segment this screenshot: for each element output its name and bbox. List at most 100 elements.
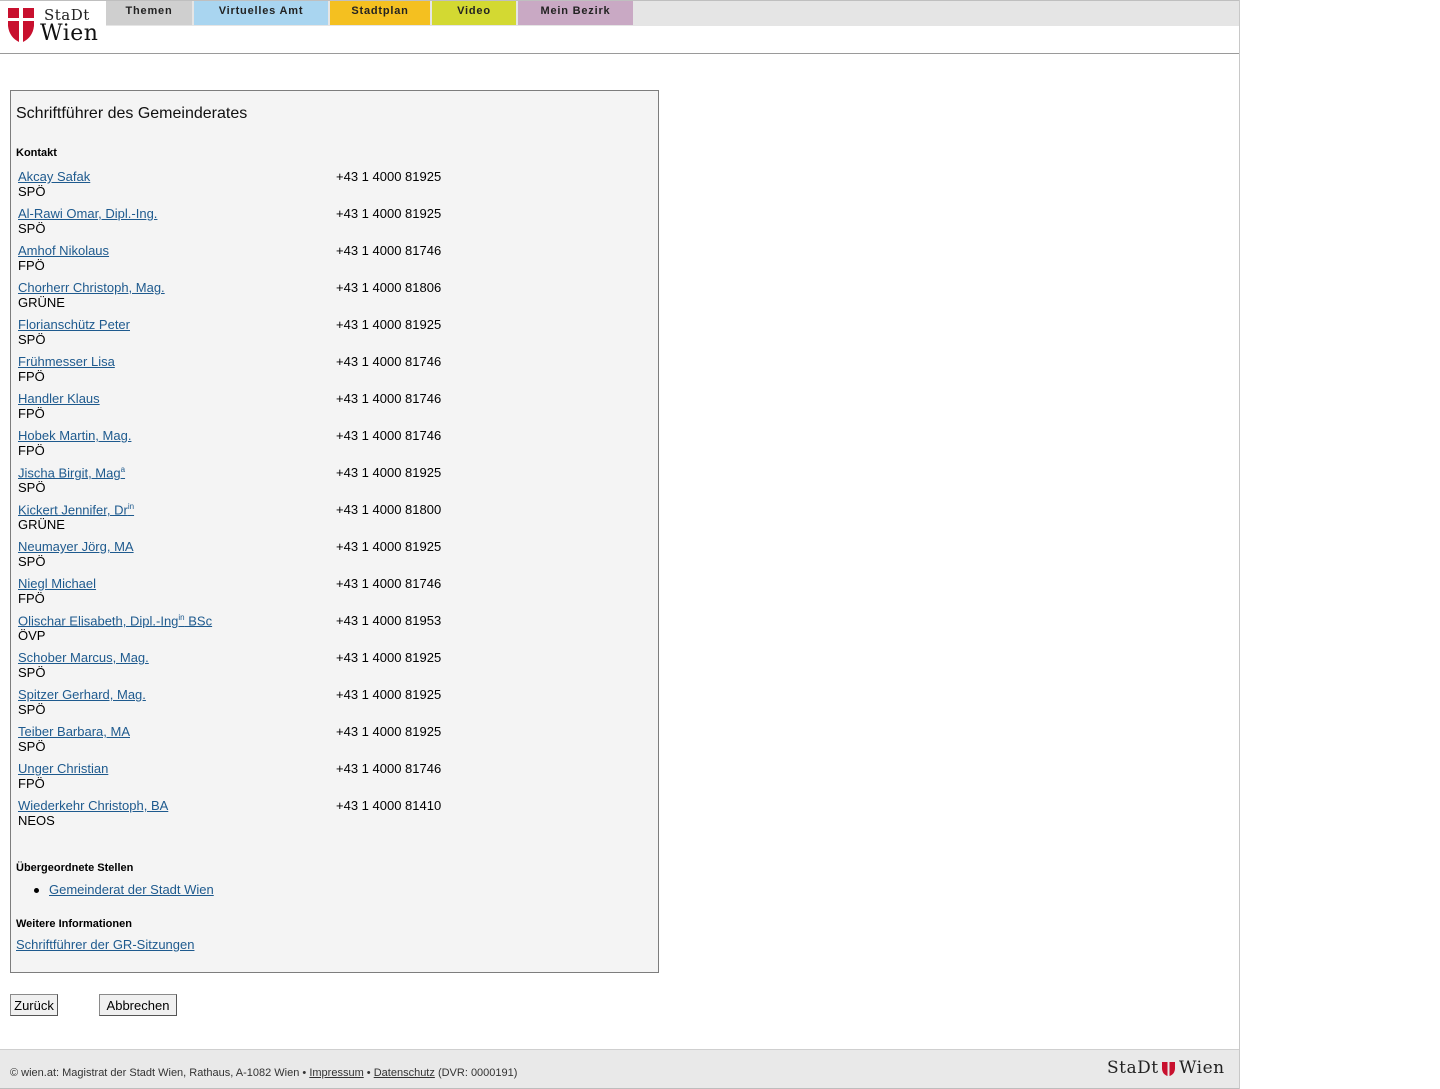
contact-name-link[interactable]: Handler Klaus — [18, 391, 100, 406]
footer-text: © wien.at: Magistrat der Stadt Wien, Rat… — [10, 1067, 517, 1079]
tab-mein-bezirk[interactable]: Mein Bezirk — [518, 1, 633, 25]
contact-phone: +43 1 4000 81746 — [336, 428, 442, 443]
contact-phone: +43 1 4000 81925 — [336, 724, 442, 739]
contact-row: Wiederkehr Christoph, BA NEOS +43 1 4000 8… — [18, 798, 638, 835]
tab-stadtplan[interactable]: Stadtplan — [330, 1, 430, 25]
contact-title-suffix: a — [120, 465, 126, 474]
contact-party: FPÖ — [18, 258, 45, 273]
contact-name: Florianschütz Peter — [18, 317, 130, 332]
contact-phone: +43 1 4000 81925 — [336, 169, 442, 184]
contact-name-link[interactable]: Spitzer Gerhard, Mag. — [18, 687, 146, 702]
contact-party: NEOS — [18, 813, 55, 828]
contact-name: Wiederkehr Christoph, BA — [18, 798, 169, 813]
contact-phone: +43 1 4000 81800 — [336, 502, 442, 517]
contact-name: Schober Marcus, Mag. — [18, 650, 149, 665]
contact-name-link[interactable]: Al-Rawi Omar, Dipl.-Ing. — [18, 206, 157, 221]
wien-shield-icon — [1162, 1062, 1175, 1076]
contact-party: SPÖ — [18, 332, 46, 347]
contact-row: Handler Klaus FPÖ +43 1 4000 81746 — [18, 391, 638, 428]
contact-name: Niegl Michael — [18, 576, 97, 591]
contact-row: Teiber Barbara, MA SPÖ +43 1 4000 81925 — [18, 724, 638, 761]
contact-phone: +43 1 4000 81806 — [336, 280, 442, 295]
tab-themen[interactable]: Themen — [106, 1, 192, 25]
contact-name-link[interactable]: Hobek Martin, Mag. — [18, 428, 131, 443]
contact-name-link[interactable]: Unger Christian — [18, 761, 108, 776]
link-gemeinderat[interactable]: Gemeinderat der Stadt Wien — [49, 882, 214, 897]
contact-row: Amhof Nikolaus FPÖ +43 1 4000 81746 — [18, 243, 638, 280]
tab-video[interactable]: Video — [432, 1, 516, 25]
cancel-button[interactable]: Abbrechen — [99, 994, 177, 1016]
contact-phone: +43 1 4000 81925 — [336, 539, 442, 554]
contact-phone: +43 1 4000 81746 — [336, 391, 442, 406]
tab-virtuelles-amt[interactable]: Virtuelles Amt — [194, 1, 328, 25]
contact-party: GRÜNE — [18, 517, 65, 532]
contact-row: Unger Christian FPÖ +43 1 4000 81746 — [18, 761, 638, 798]
contact-name-link[interactable]: Amhof Nikolaus — [18, 243, 109, 258]
contact-name: Al-Rawi Omar, Dipl.-Ing. — [18, 206, 158, 221]
header: StaDt Wien Themen Virtuelles Amt Stadtpl… — [0, 0, 1239, 54]
contact-name: Hobek Martin, Mag. — [18, 428, 132, 443]
contact-party: SPÖ — [18, 554, 46, 569]
contact-row: Al-Rawi Omar, Dipl.-Ing. SPÖ +43 1 4000 81… — [18, 206, 638, 243]
contact-degree: BSc — [184, 613, 213, 629]
contact-phone: +43 1 4000 81925 — [336, 650, 442, 665]
impressum-link[interactable]: Impressum — [309, 1067, 363, 1079]
contact-name-link[interactable]: Neumayer Jörg, MA — [18, 539, 134, 554]
contact-name: Jischa Birgit, Mag — [18, 465, 121, 481]
contact-name-link[interactable]: Florianschütz Peter — [18, 317, 130, 332]
contact-row: Neumayer Jörg, MA SPÖ +43 1 4000 81925 — [18, 539, 638, 576]
contacts-heading: Kontakt — [16, 147, 57, 159]
contact-row: Jischa Birgit, Maga SPÖ +43 1 4000 81925 — [18, 465, 638, 502]
contact-name: Teiber Barbara, MA — [18, 724, 130, 739]
contact-name-link[interactable]: Olischar Elisabeth, Dipl.-Ingin BSc — [18, 613, 212, 628]
contact-row: Frühmesser Lisa FPÖ +43 1 4000 81746 — [18, 354, 638, 391]
contact-party: ÖVP — [18, 628, 46, 643]
contact-party: GRÜNE — [18, 295, 65, 310]
footer-copyright: © wien.at: Magistrat der Stadt Wien, Rat… — [10, 1067, 307, 1079]
right-margin — [1240, 0, 1440, 1089]
contact-row: Chorherr Christoph, Mag. GRÜNE +43 1 4000 … — [18, 280, 638, 317]
back-button[interactable]: Zurück — [10, 994, 58, 1016]
contact-phone: +43 1 4000 81746 — [336, 576, 442, 591]
contact-party: SPÖ — [18, 221, 46, 236]
contact-row: Kickert Jennifer, Drin GRÜNE +43 1 4000 81… — [18, 502, 638, 539]
contact-party: FPÖ — [18, 406, 45, 421]
contact-name: Frühmesser Lisa — [18, 354, 115, 369]
contact-phone: +43 1 4000 81746 — [336, 243, 442, 258]
contact-name: Chorherr Christoph, Mag. — [18, 280, 165, 295]
link-schriftfuehrer-gr-sitzungen[interactable]: Schriftführer der GR-Sitzungen — [16, 937, 194, 952]
contact-name-link[interactable]: Schober Marcus, Mag. — [18, 650, 149, 665]
contact-name-link[interactable]: Niegl Michael — [18, 576, 96, 591]
contact-name: Kickert Jennifer, Dr — [18, 502, 128, 518]
contact-row: Olischar Elisabeth, Dipl.-Ingin BSc ÖVP +4… — [18, 613, 638, 650]
list-bullet — [34, 888, 39, 893]
footer-dvr: (DVR: 0000191) — [437, 1067, 518, 1079]
contact-party: FPÖ — [18, 369, 45, 384]
contact-name-link[interactable]: Akcay Safak — [18, 169, 90, 184]
contact-name: Amhof Nikolaus — [18, 243, 110, 258]
footer-logo[interactable]: StaDt Wien — [1107, 1058, 1231, 1080]
contact-party: SPÖ — [18, 665, 46, 680]
contact-name-link[interactable]: Kickert Jennifer, Drin — [18, 502, 134, 517]
footer: © wien.at: Magistrat der Stadt Wien, Rat… — [0, 1049, 1239, 1089]
contact-name: Unger Christian — [18, 761, 109, 776]
contact-phone: +43 1 4000 81953 — [336, 613, 442, 628]
contact-row: Spitzer Gerhard, Mag. SPÖ +43 1 4000 81925 — [18, 687, 638, 724]
page: StaDt Wien Themen Virtuelles Amt Stadtpl… — [0, 0, 1240, 1089]
contact-name-link[interactable]: Frühmesser Lisa — [18, 354, 115, 369]
contact-name-link[interactable]: Chorherr Christoph, Mag. — [18, 280, 165, 295]
contact-phone: +43 1 4000 81925 — [336, 465, 442, 480]
contact-row: Florianschütz Peter SPÖ +43 1 4000 81925 — [18, 317, 638, 354]
stadt-wien-logo[interactable]: StaDt Wien — [6, 6, 102, 46]
content-panel: Schriftführer des Gemeinderates Kontakt … — [10, 90, 659, 973]
contact-phone: +43 1 4000 81746 — [336, 354, 442, 369]
footer-separator: • — [366, 1067, 371, 1079]
contact-name-link[interactable]: Jischa Birgit, Maga — [18, 465, 125, 480]
logo-text-wien: Wien — [40, 21, 99, 46]
contact-name-link[interactable]: Teiber Barbara, MA — [18, 724, 130, 739]
parent-units-heading: Übergeordnete Stellen — [16, 862, 134, 874]
datenschutz-link[interactable]: Datenschutz — [374, 1067, 435, 1079]
contact-party: SPÖ — [18, 702, 46, 717]
wien-shield-icon — [8, 8, 34, 42]
contact-name-link[interactable]: Wiederkehr Christoph, BA — [18, 798, 168, 813]
